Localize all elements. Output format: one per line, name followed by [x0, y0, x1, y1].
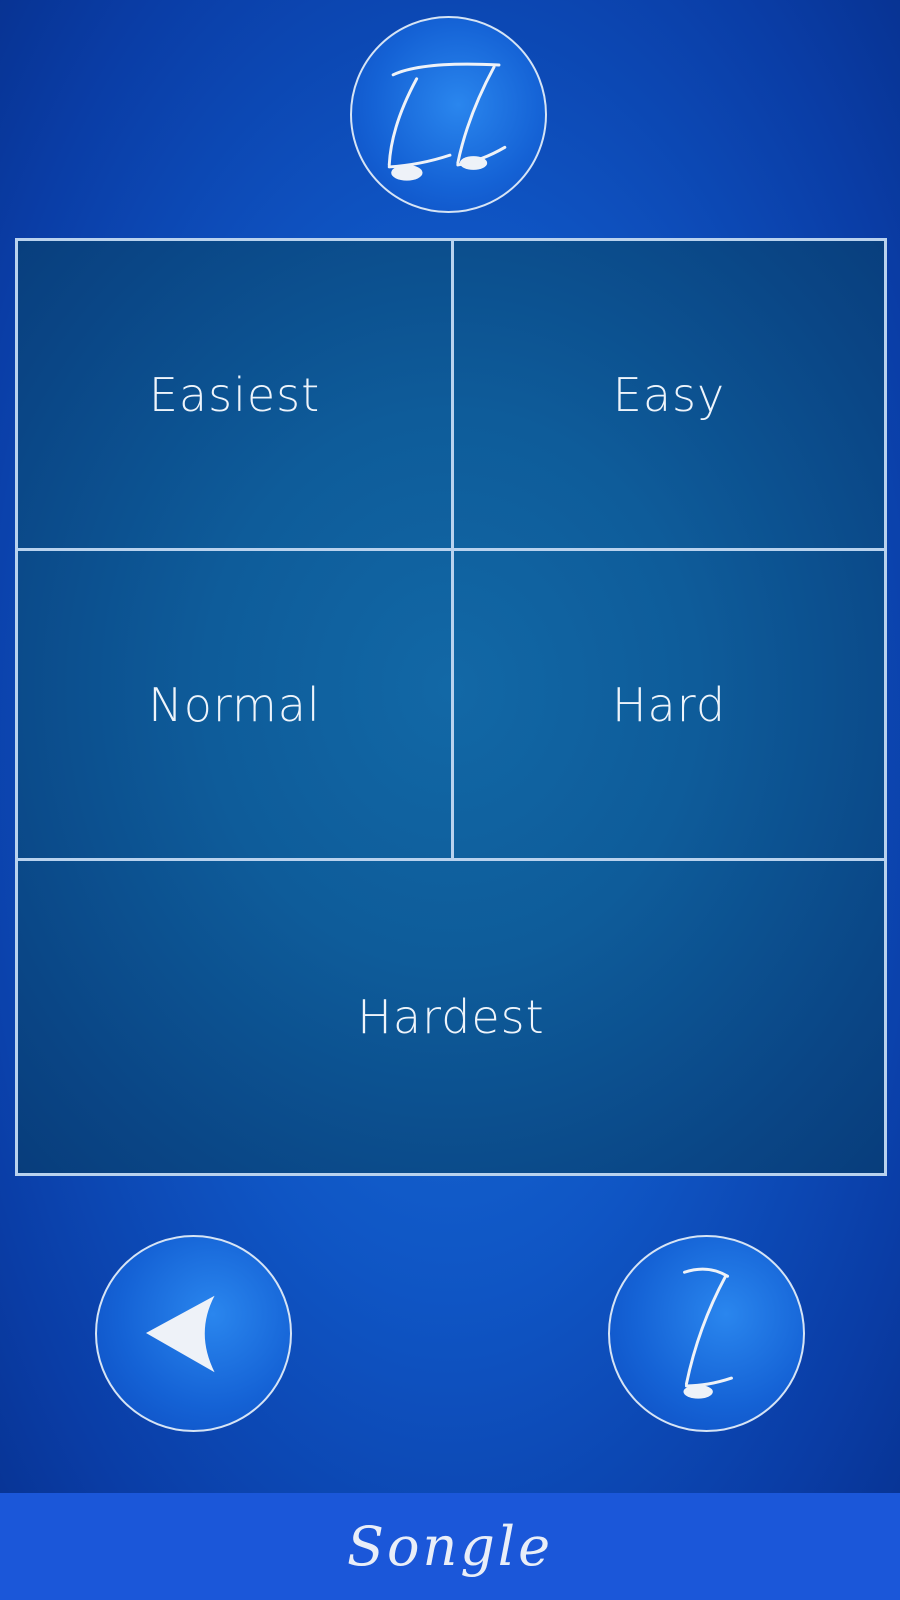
logo-button[interactable]: [350, 16, 547, 213]
hardest-button[interactable]: Hardest: [18, 861, 884, 1173]
easiest-label: Easiest: [148, 367, 321, 422]
easy-label: Easy: [612, 367, 726, 422]
app-title: Songle: [346, 1515, 554, 1578]
easiest-button[interactable]: Easiest: [18, 241, 454, 551]
hard-button[interactable]: Hard: [454, 551, 884, 861]
difficulty-grid: Easiest Easy Normal Hard Hardest: [15, 238, 887, 1176]
back-arrow-icon: [145, 1295, 215, 1373]
question-mark-icon: [682, 1267, 733, 1399]
hard-label: Hard: [611, 677, 727, 732]
easy-button[interactable]: Easy: [454, 241, 884, 551]
normal-button[interactable]: Normal: [18, 551, 454, 861]
back-button[interactable]: [95, 1235, 292, 1432]
help-button[interactable]: [608, 1235, 805, 1432]
normal-label: Normal: [148, 677, 321, 732]
hardest-label: Hardest: [357, 990, 545, 1044]
double-music-note-icon: [387, 62, 507, 181]
footer-bar: Songle: [0, 1493, 900, 1600]
